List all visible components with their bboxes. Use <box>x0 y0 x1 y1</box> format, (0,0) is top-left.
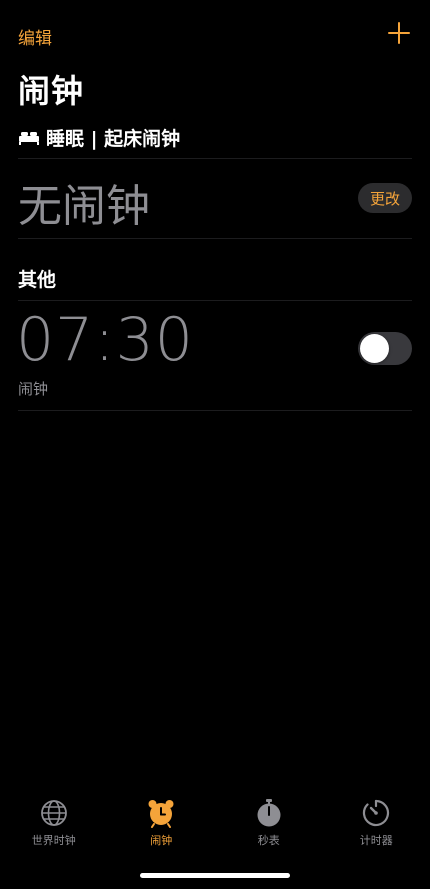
globe-icon <box>40 800 67 826</box>
home-indicator[interactable] <box>140 873 290 878</box>
sleep-alarm-status: 无闹钟 <box>18 181 150 232</box>
sleep-section-header: 睡眠 | 起床闹钟 <box>18 124 180 151</box>
alarm-clock-icon <box>148 800 174 828</box>
edit-button[interactable]: 编辑 <box>18 24 52 49</box>
divider <box>18 410 412 411</box>
sleep-section-title: 睡眠 | 起床闹钟 <box>46 128 181 150</box>
tab-bar: 世界时钟 闹钟 秒表 计时器 <box>0 798 430 858</box>
tab-stopwatch[interactable]: 秒表 <box>219 798 319 858</box>
stopwatch-icon <box>257 799 281 827</box>
bed-icon <box>19 131 39 145</box>
tab-timer[interactable]: 计时器 <box>326 798 426 858</box>
timer-icon <box>363 799 390 827</box>
tab-label: 闹钟 <box>150 834 173 847</box>
divider <box>18 238 412 239</box>
tab-label: 秒表 <box>257 834 280 847</box>
page-title: 闹钟 <box>18 72 85 110</box>
divider <box>18 300 412 301</box>
alarm-time: 07:30 <box>16 305 194 375</box>
alarm-label: 闹钟 <box>18 380 49 398</box>
alarm-toggle[interactable] <box>358 332 412 365</box>
change-button[interactable]: 更改 <box>358 183 412 213</box>
toggle-knob <box>360 334 389 363</box>
divider <box>18 158 412 159</box>
tab-world-clock[interactable]: 世界时钟 <box>4 798 104 858</box>
tab-alarm[interactable]: 闹钟 <box>111 798 211 858</box>
tab-label: 计时器 <box>359 834 393 847</box>
tab-label: 世界时钟 <box>31 834 76 847</box>
other-section-header: 其他 <box>18 269 57 291</box>
plus-icon[interactable] <box>388 22 410 44</box>
